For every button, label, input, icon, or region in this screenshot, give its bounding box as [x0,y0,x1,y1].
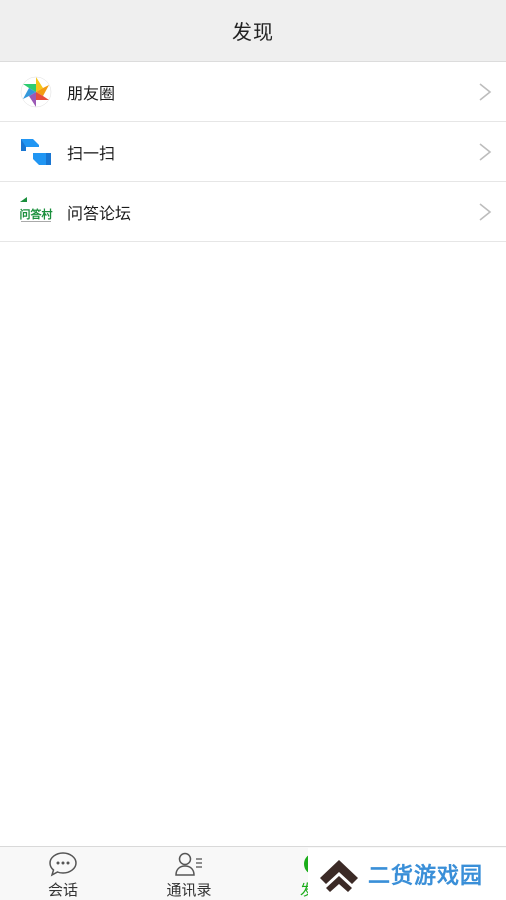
menu-item-scan[interactable]: 扫一扫 [0,122,506,182]
scan-icon [21,139,51,165]
contacts-icon [175,852,202,876]
chevron-right-icon [479,143,492,161]
menu-item-moments[interactable]: 朋友圈 [0,62,506,122]
qa-logo-text: 问答村 [20,207,53,221]
tab-label: 通讯录 [166,881,212,899]
tab-contacts[interactable]: 通讯录 [126,847,252,900]
chevron-right-icon [479,83,492,101]
menu-item-qa-forum[interactable]: 问答村 问答论坛 [0,182,506,242]
discover-menu: 朋友圈 扫一扫 问答村 问答论坛 [0,62,506,242]
chevron-right-icon [479,203,492,221]
tab-label: 会话 [47,881,78,899]
page-title: 发现 [232,20,274,44]
chat-bubble-icon [49,852,77,877]
qa-forum-logo-icon: 问答村 [19,197,53,224]
menu-item-label: 扫一扫 [67,143,116,163]
watermark-overlay: 二货游戏园 [308,848,506,900]
moments-aperture-icon [20,76,52,108]
double-chevron-up-icon [320,860,358,892]
menu-item-label: 问答论坛 [67,203,132,223]
top-nav-bar: 发现 [0,0,506,62]
watermark-text: 二货游戏园 [368,864,484,889]
tab-chats[interactable]: 会话 [0,847,126,900]
menu-item-label: 朋友圈 [67,83,116,103]
